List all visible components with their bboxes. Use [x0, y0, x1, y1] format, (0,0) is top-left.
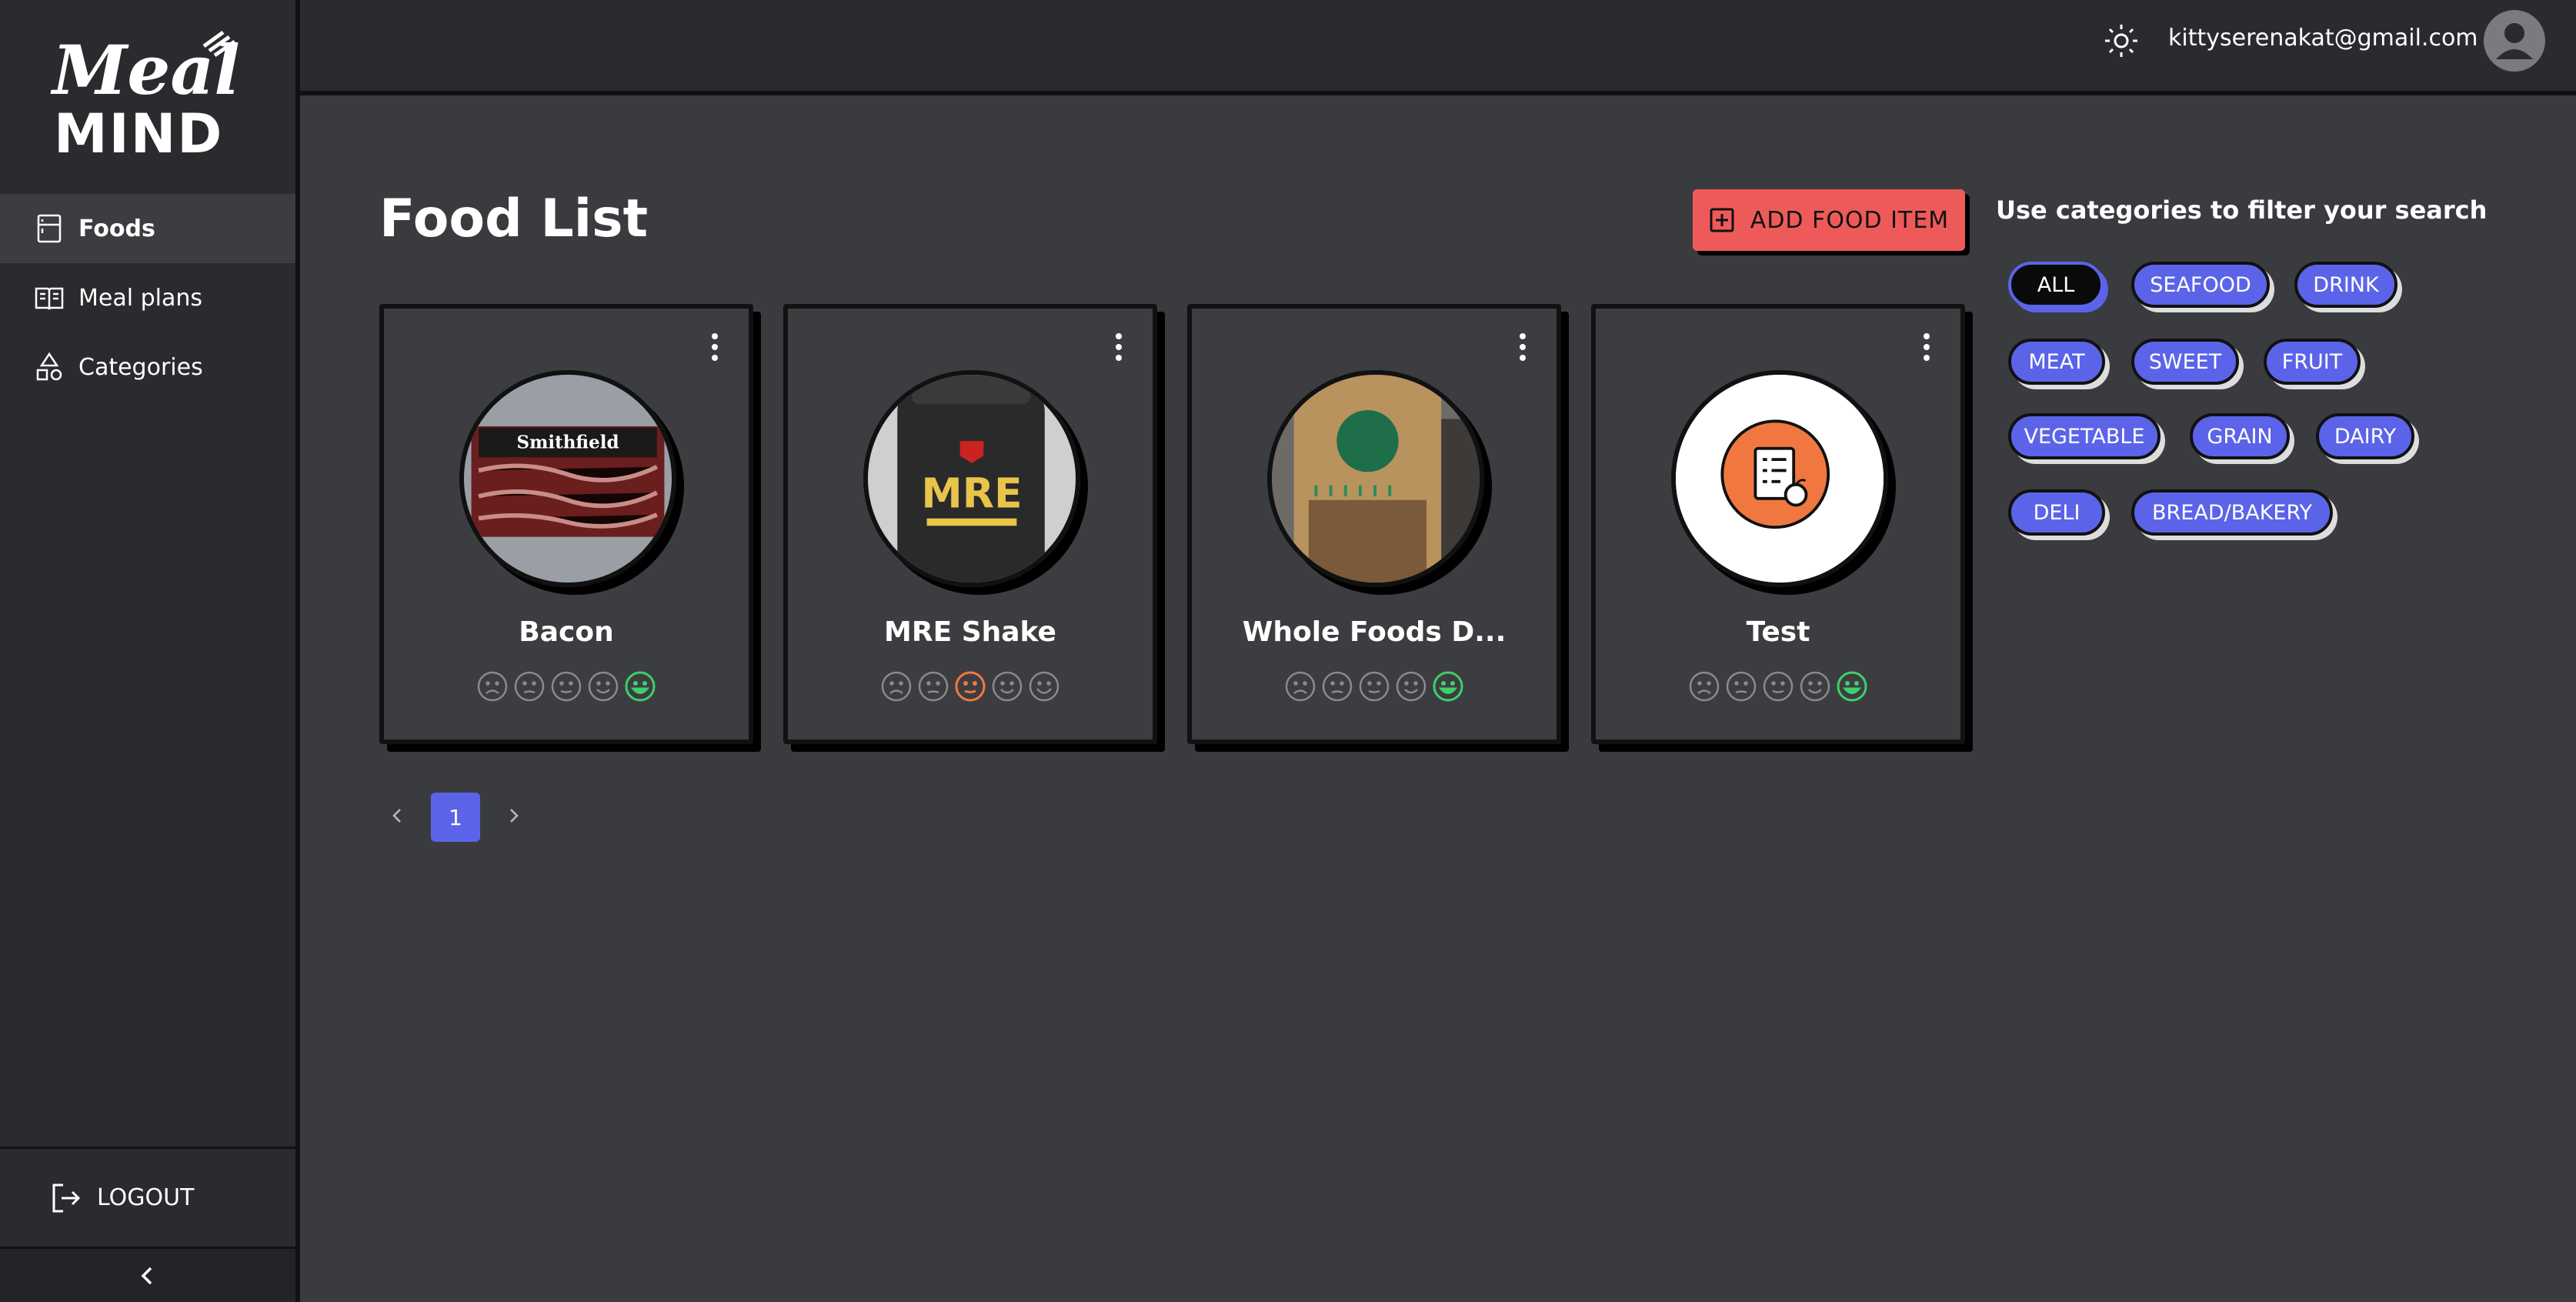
food-name: Test [1746, 616, 1810, 648]
mre-shake-photo: MRE [863, 370, 1080, 587]
sidebar-item-label: Meal plans [78, 284, 203, 312]
fridge-icon [37, 214, 62, 243]
sidebar-item-label: Foods [78, 215, 155, 242]
food-card[interactable]: MRE MRE Shake [783, 304, 1157, 744]
page-button-current[interactable]: 1 [431, 793, 480, 842]
category-chip-drink[interactable]: DRINK [2294, 262, 2397, 308]
sidebar-item-label: Categories [78, 353, 203, 381]
food-name: MRE Shake [884, 616, 1056, 648]
neutral-face-icon[interactable] [1358, 670, 1390, 703]
happy-face-icon[interactable] [1799, 670, 1831, 703]
bacon-photo: Smithfield [459, 370, 676, 587]
very-sad-face-icon[interactable] [1284, 670, 1316, 703]
sidebar-item-foods[interactable]: Foods [0, 194, 295, 263]
category-chip-grain[interactable]: GRAIN [2190, 413, 2290, 459]
sad-face-icon[interactable] [1725, 670, 1757, 703]
neutral-face-icon[interactable] [1762, 670, 1794, 703]
more-options-icon[interactable] [1518, 332, 1527, 362]
happy-face-icon[interactable] [587, 670, 619, 703]
more-options-icon[interactable] [1922, 332, 1931, 362]
add-food-item-button[interactable]: ADD FOOD ITEM [1693, 189, 1965, 251]
food-card[interactable]: Test [1591, 304, 1965, 744]
svg-text:MIND: MIND [54, 102, 223, 162]
mealmind-logo[interactable]: Meal MIND [46, 30, 254, 165]
category-chip-sweet[interactable]: SWEET [2131, 339, 2239, 385]
sad-face-icon[interactable] [1321, 670, 1353, 703]
happy-face-icon[interactable] [991, 670, 1023, 703]
placeholder-food-icon [1671, 370, 1888, 587]
very-happy-face-icon[interactable] [1432, 670, 1464, 703]
next-page-icon[interactable] [505, 806, 523, 825]
category-chip-all[interactable]: ALL [2008, 262, 2104, 308]
rating-faces [384, 670, 749, 703]
category-chip-meat[interactable]: MEAT [2008, 339, 2105, 385]
very-sad-face-icon[interactable] [880, 670, 913, 703]
more-options-icon[interactable] [710, 332, 719, 362]
neutral-face-icon[interactable] [550, 670, 582, 703]
more-options-icon[interactable] [1114, 332, 1123, 362]
plus-square-icon [1710, 208, 1734, 232]
logout-label: LOGOUT [97, 1184, 195, 1211]
svg-text:Smithfield: Smithfield [516, 432, 619, 453]
sad-face-icon[interactable] [513, 670, 546, 703]
sidebar-item-categories[interactable]: Categories [0, 332, 295, 402]
book-icon [35, 287, 64, 310]
previous-page-icon[interactable] [388, 806, 406, 825]
very-sad-face-icon[interactable] [1688, 670, 1720, 703]
rating-faces [788, 670, 1153, 703]
sidebar: Meal MIND Foods Meal plans Categories LO… [0, 0, 300, 1302]
food-card[interactable]: Whole Foods D... [1187, 304, 1561, 744]
svg-text:MRE: MRE [921, 469, 1022, 517]
logout-button[interactable]: LOGOUT [0, 1147, 295, 1247]
very-happy-face-icon[interactable] [1028, 670, 1060, 703]
category-chip-bread-bakery[interactable]: BREAD/BAKERY [2131, 489, 2333, 536]
sidebar-item-meal-plans[interactable]: Meal plans [0, 263, 295, 332]
rating-faces [1192, 670, 1557, 703]
add-food-item-label: ADD FOOD ITEM [1750, 206, 1950, 234]
food-name: Whole Foods D... [1242, 616, 1507, 648]
logout-icon [52, 1183, 81, 1212]
collapse-sidebar-button[interactable] [0, 1247, 295, 1302]
filter-title: Use categories to filter your search [1996, 195, 2488, 225]
shapes-icon [36, 352, 62, 381]
user-email: kittyserenakat@gmail.com [2168, 25, 2478, 52]
category-chip-deli[interactable]: DELI [2008, 489, 2105, 536]
food-card[interactable]: Smithfield Bacon [379, 304, 753, 744]
user-avatar-icon[interactable] [2484, 10, 2545, 72]
category-chip-fruit[interactable]: FRUIT [2264, 339, 2361, 385]
whole-foods-bag-photo [1267, 370, 1484, 587]
rating-faces [1596, 670, 1960, 703]
sad-face-icon[interactable] [917, 670, 949, 703]
category-chip-vegetable[interactable]: VEGETABLE [2008, 413, 2161, 459]
category-chip-seafood[interactable]: SEAFOOD [2131, 262, 2270, 308]
happy-face-icon[interactable] [1395, 670, 1427, 703]
neutral-face-icon[interactable] [954, 670, 986, 703]
food-name: Bacon [519, 616, 614, 648]
very-happy-face-icon[interactable] [1836, 670, 1868, 703]
sun-icon[interactable] [2104, 23, 2139, 58]
page-title: Food List [379, 189, 649, 249]
very-sad-face-icon[interactable] [476, 670, 509, 703]
category-chip-dairy[interactable]: DAIRY [2316, 413, 2414, 459]
chevron-left-icon [141, 1267, 152, 1284]
very-happy-face-icon[interactable] [624, 670, 656, 703]
